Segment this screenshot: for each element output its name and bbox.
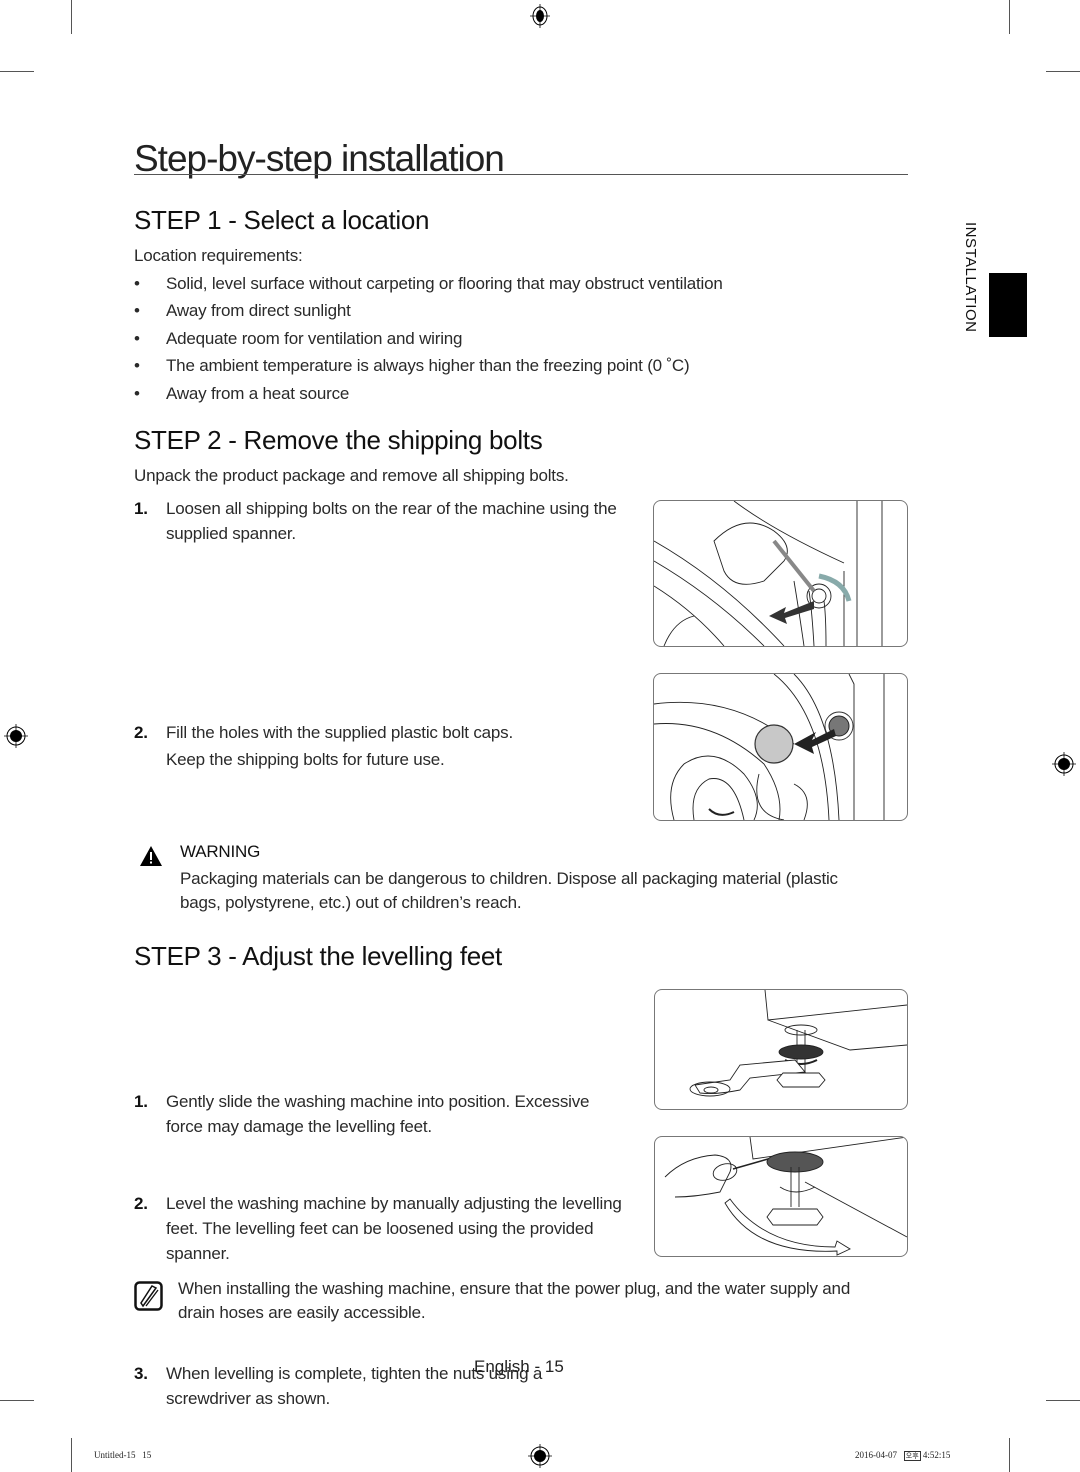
bullet-icon: • bbox=[134, 328, 140, 348]
insert-bolt-caps-illustration bbox=[653, 673, 908, 821]
crop-mark bbox=[0, 71, 34, 72]
item-number: 2. bbox=[134, 1194, 148, 1213]
item-text: feet. The levelling feet can be loosened… bbox=[166, 1219, 594, 1238]
item-text: Level the washing machine by manually ad… bbox=[166, 1194, 622, 1213]
step1-section: Location requirements: • Solid, level sur… bbox=[134, 242, 934, 407]
list-item-text: Adequate room for ventilation and wiring bbox=[166, 328, 463, 348]
print-date: 2016-04-07 bbox=[855, 1450, 897, 1460]
print-timestamp: 2016-04-07 오후 4:52:15 bbox=[855, 1450, 950, 1461]
item-number: 1. bbox=[134, 1092, 148, 1111]
crop-mark bbox=[1046, 71, 1080, 72]
note-pencil-icon bbox=[134, 1281, 163, 1311]
list-item-text: Away from a heat source bbox=[166, 383, 350, 403]
tighten-nuts-screwdriver-illustration bbox=[654, 1136, 908, 1257]
levelling-feet-spanner-illustration bbox=[654, 989, 908, 1110]
crop-mark bbox=[1009, 0, 1010, 34]
warning-text-line: Packaging materials can be dangerous to … bbox=[180, 869, 838, 888]
crop-mark bbox=[1046, 1400, 1080, 1401]
registration-mark-icon bbox=[530, 4, 550, 28]
step3-item-2: 2. Level the washing machine by manually… bbox=[134, 1191, 686, 1266]
item-text: supplied spanner. bbox=[166, 524, 296, 543]
warning-title: WARNING bbox=[180, 842, 261, 861]
bullet-icon: • bbox=[134, 383, 140, 403]
step2-heading: STEP 2 - Remove the shipping bolts bbox=[134, 425, 543, 455]
list-item: • The ambient temperature is always highe… bbox=[134, 352, 934, 380]
item-text: Loosen all shipping bolts on the rear of… bbox=[166, 499, 617, 518]
print-ampm: 오후 bbox=[903, 1451, 921, 1461]
registration-mark-icon bbox=[4, 724, 28, 748]
loosen-shipping-bolts-illustration bbox=[653, 500, 908, 647]
registration-mark-icon bbox=[528, 1444, 552, 1468]
item-text: Fill the holes with the supplied plastic… bbox=[166, 723, 513, 742]
title-divider bbox=[134, 174, 908, 175]
item-text: Keep the shipping bolts for future use. bbox=[166, 750, 445, 769]
page-number: English - 15 bbox=[474, 1357, 564, 1376]
crop-mark bbox=[0, 1400, 34, 1401]
bullet-icon: • bbox=[134, 273, 140, 293]
item-text: screwdriver as shown. bbox=[166, 1389, 330, 1408]
bullet-icon: • bbox=[134, 356, 140, 375]
step1-heading: STEP 1 - Select a location bbox=[134, 205, 430, 235]
print-time: 4:52:15 bbox=[922, 1450, 951, 1460]
list-item-text: The ambient temperature is always higher… bbox=[166, 356, 690, 375]
list-item: • Solid, level surface without carpeting … bbox=[134, 270, 934, 298]
item-text: spanner. bbox=[166, 1244, 230, 1263]
list-item: • Away from a heat source bbox=[134, 380, 934, 408]
list-item: • Away from direct sunlight bbox=[134, 297, 934, 325]
item-text: force may damage the levelling feet. bbox=[166, 1117, 432, 1136]
step3-item-3: 3. When levelling is complete, tighten t… bbox=[134, 1361, 686, 1411]
step2-intro: Unpack the product package and remove al… bbox=[134, 466, 569, 485]
section-tab-marker bbox=[989, 273, 1027, 337]
item-text: Gently slide the washing machine into po… bbox=[166, 1092, 590, 1111]
step2-item-1: 1. Loosen all shipping bolts on the rear… bbox=[134, 496, 686, 546]
list-item-text: Solid, level surface without carpeting o… bbox=[166, 273, 723, 293]
note-text-line: drain hoses are easily accessible. bbox=[178, 1303, 426, 1322]
step3-item-1: 1. Gently slide the washing machine into… bbox=[134, 1089, 686, 1139]
crop-mark bbox=[1009, 1438, 1010, 1472]
bullet-icon: • bbox=[134, 301, 140, 320]
list-item-text: Away from direct sunlight bbox=[166, 301, 351, 320]
item-number: 3. bbox=[134, 1364, 148, 1383]
crop-mark bbox=[71, 0, 72, 34]
location-requirements-list: • Solid, level surface without carpeting … bbox=[134, 270, 934, 408]
crop-mark bbox=[71, 1438, 72, 1472]
item-text: When levelling is complete, tighten the … bbox=[166, 1364, 543, 1383]
note-text-line: When installing the washing machine, ens… bbox=[178, 1279, 851, 1298]
list-item: • Adequate room for ventilation and wirin… bbox=[134, 325, 934, 353]
warning-text: Packaging materials can be dangerous to … bbox=[180, 867, 920, 915]
step1-intro: Location requirements: bbox=[134, 246, 303, 265]
registration-mark-icon bbox=[1052, 752, 1076, 776]
warning-text-line: bags, polystyrene, etc.) out of children… bbox=[180, 893, 522, 912]
step2-item-2: 2. Fill the holes with the supplied plas… bbox=[134, 719, 666, 773]
item-number: 2. bbox=[134, 723, 148, 742]
print-file-label: Untitled-15 15 bbox=[94, 1450, 152, 1460]
item-number: 1. bbox=[134, 499, 148, 518]
section-side-tab: INSTALLATION bbox=[962, 222, 979, 333]
note-text: When installing the washing machine, ens… bbox=[178, 1277, 938, 1325]
step3-heading: STEP 3 - Adjust the levelling feet bbox=[134, 941, 502, 971]
warning-icon bbox=[140, 846, 162, 866]
